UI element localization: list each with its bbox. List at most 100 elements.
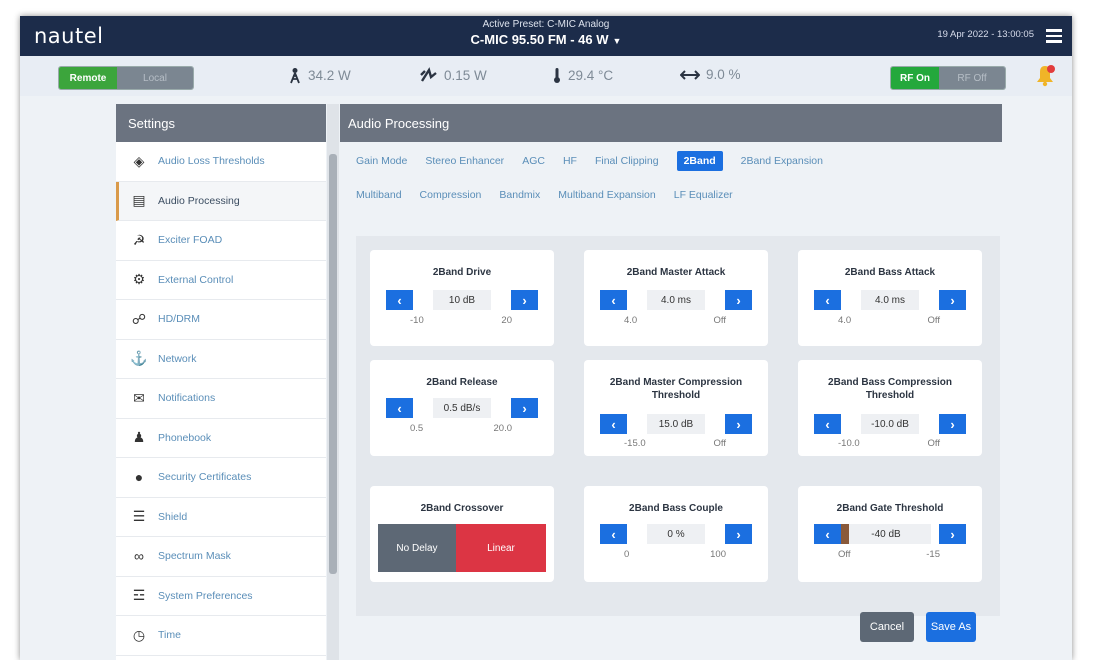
release-stepper[interactable]: ‹ 0.5 dB/s › (386, 398, 538, 418)
sidebar-item-time[interactable]: ◷ Time (116, 616, 326, 656)
min-value: -10 (410, 315, 424, 326)
master-threshold-value: 15.0 dB (647, 414, 705, 434)
sidebar-item-audio-loss-thresholds[interactable]: ◈ Audio Loss Thresholds (116, 142, 326, 182)
increment-button[interactable]: › (939, 290, 966, 310)
decrement-button[interactable]: ‹ (814, 414, 841, 434)
reflected-power-meter: 0.15 W (420, 67, 487, 83)
tab-stereo-enhancer[interactable]: Stereo Enhancer (425, 153, 504, 171)
min-value: Off (838, 549, 851, 560)
tab-final-clipping[interactable]: Final Clipping (595, 153, 659, 171)
increment-button[interactable]: › (725, 414, 752, 434)
increment-button[interactable]: › (725, 290, 752, 310)
drive-stepper[interactable]: ‹ 10 dB › (386, 290, 538, 310)
sidebar-item-label: Audio Loss Thresholds (158, 155, 265, 168)
hd-icon: ☍ (131, 310, 147, 327)
sidebar-item-label: Phonebook (158, 431, 212, 444)
tab-hf[interactable]: HF (563, 153, 577, 171)
sidebar-title: Settings (116, 104, 326, 142)
tab-lf-equalizer[interactable]: LF Equalizer (674, 187, 733, 203)
tower-icon (290, 68, 300, 84)
bass-threshold-stepper[interactable]: ‹ -10.0 dB › (814, 414, 966, 434)
remote-option[interactable]: Remote (59, 67, 117, 89)
rf-on-option[interactable]: RF On (891, 67, 939, 89)
tile-2band-release: 2Band Release ‹ 0.5 dB/s › 0.5 20.0 (370, 360, 554, 456)
rf-off-option[interactable]: RF Off (939, 67, 1005, 89)
tab-multiband-expansion[interactable]: Multiband Expansion (558, 187, 655, 203)
sidebar-item-hd-drm[interactable]: ☍ HD/DRM (116, 300, 326, 340)
increment-button[interactable]: › (939, 414, 966, 434)
sidebar-item-shield[interactable]: ☰ Shield (116, 498, 326, 537)
sidebar-item-label: Exciter FOAD (158, 234, 223, 247)
release-value: 0.5 dB/s (433, 398, 491, 418)
decrement-button[interactable]: ‹ (386, 398, 413, 418)
sidebar-scrollbar[interactable] (327, 104, 339, 660)
tab-gain-mode[interactable]: Gain Mode (356, 153, 407, 171)
active-preset-label: Active Preset: C-MIC Analog (482, 19, 610, 30)
increment-button[interactable]: › (511, 398, 538, 418)
sidebar-item-label: External Control (158, 273, 234, 286)
scrollbar-thumb[interactable] (329, 154, 337, 574)
increment-button[interactable]: › (939, 524, 966, 544)
master-attack-stepper[interactable]: ‹ 4.0 ms › (600, 290, 752, 310)
tab-multiband[interactable]: Multiband (356, 187, 402, 203)
bass-couple-value: 0 % (647, 524, 705, 544)
bass-attack-stepper[interactable]: ‹ 4.0 ms › (814, 290, 966, 310)
increment-button[interactable]: › (725, 524, 752, 544)
master-threshold-stepper[interactable]: ‹ 15.0 dB › (600, 414, 752, 434)
alarm-bell-icon[interactable] (1032, 62, 1058, 88)
max-value: -15 (926, 549, 940, 560)
crossover-selector[interactable]: No Delay Linear (378, 524, 546, 572)
rf-toggle[interactable]: RF On RF Off (890, 66, 1006, 90)
reflected-power-value: 0.15 W (444, 67, 487, 83)
decrement-button[interactable]: ‹ (600, 290, 627, 310)
list-icon: ☲ (132, 587, 146, 604)
sidebar-item-exciter-foad[interactable]: ☭ Exciter FOAD (116, 221, 326, 261)
bass-attack-value: 4.0 ms (861, 290, 919, 310)
remote-local-toggle[interactable]: Remote Local (58, 66, 194, 90)
tab-2band[interactable]: 2Band (676, 151, 723, 171)
max-value: Off (927, 315, 941, 326)
sidebar-item-security-certificates[interactable]: ● Security Certificates (116, 458, 326, 498)
tab-compression[interactable]: Compression (420, 187, 482, 203)
sidebar-item-network[interactable]: ⚓ Network (116, 340, 326, 379)
hamburger-menu-icon[interactable] (1046, 26, 1062, 44)
sidebar-item-system-preferences[interactable]: ☲ System Preferences (116, 577, 326, 616)
sidebar-item-phonebook[interactable]: ♟ Phonebook (116, 419, 326, 458)
master-attack-value: 4.0 ms (647, 290, 705, 310)
sidebar-item-label: HD/DRM (158, 313, 200, 326)
decrement-button[interactable]: ‹ (600, 524, 627, 544)
min-value: 4.0 (624, 315, 638, 326)
forward-power-meter: 34.2 W (288, 67, 351, 84)
gate-threshold-stepper[interactable]: ‹ -40 dB › (814, 524, 966, 544)
crossover-option-linear[interactable]: Linear (456, 524, 546, 572)
station-name: C-MIC 95.50 FM - 46 W (470, 32, 609, 47)
decrement-button[interactable]: ‹ (814, 290, 841, 310)
sidebar-item-label: Notifications (158, 392, 216, 405)
tab-bandmix[interactable]: Bandmix (499, 187, 540, 203)
increment-button[interactable]: › (511, 290, 538, 310)
sidebar-item-spectrum-mask[interactable]: ∞ Spectrum Mask (116, 537, 326, 577)
decrement-button[interactable]: ‹ (814, 524, 841, 544)
decrement-button[interactable]: ‹ (600, 414, 627, 434)
min-value: 0.5 (410, 423, 424, 434)
tile-title: 2Band Bass Couple (629, 503, 723, 514)
tab-row-2: Multiband Compression Bandmix Multiband … (356, 187, 733, 203)
tile-title: 2Band Master Compression Threshold (609, 377, 743, 401)
tab-row-1: Gain Mode Stereo Enhancer AGC HF Final C… (356, 151, 823, 171)
tab-2band-expansion[interactable]: 2Band Expansion (741, 153, 823, 171)
sidebar-item-audio-processing[interactable]: ▤ Audio Processing (116, 181, 326, 221)
tab-agc[interactable]: AGC (522, 153, 545, 171)
save-as-button[interactable]: Save As (926, 612, 976, 642)
station-selector[interactable]: C-MIC 95.50 FM - 46 W ▼ (20, 32, 1072, 47)
cancel-button[interactable]: Cancel (860, 612, 914, 642)
sidebar-item-external-control[interactable]: ⚙ External Control (116, 261, 326, 300)
spectrum-icon: ∞ (134, 548, 144, 565)
bass-couple-stepper[interactable]: ‹ 0 % › (600, 524, 752, 544)
sidebar-item-notifications[interactable]: ✉ Notifications (116, 379, 326, 419)
audio-processing-icon: ▤ (132, 192, 146, 209)
decrement-button[interactable]: ‹ (386, 290, 413, 310)
speaker-icon: ◈ (133, 152, 145, 169)
max-value: 20 (501, 315, 512, 326)
local-option[interactable]: Local (117, 67, 193, 89)
crossover-option-no-delay[interactable]: No Delay (378, 524, 456, 572)
